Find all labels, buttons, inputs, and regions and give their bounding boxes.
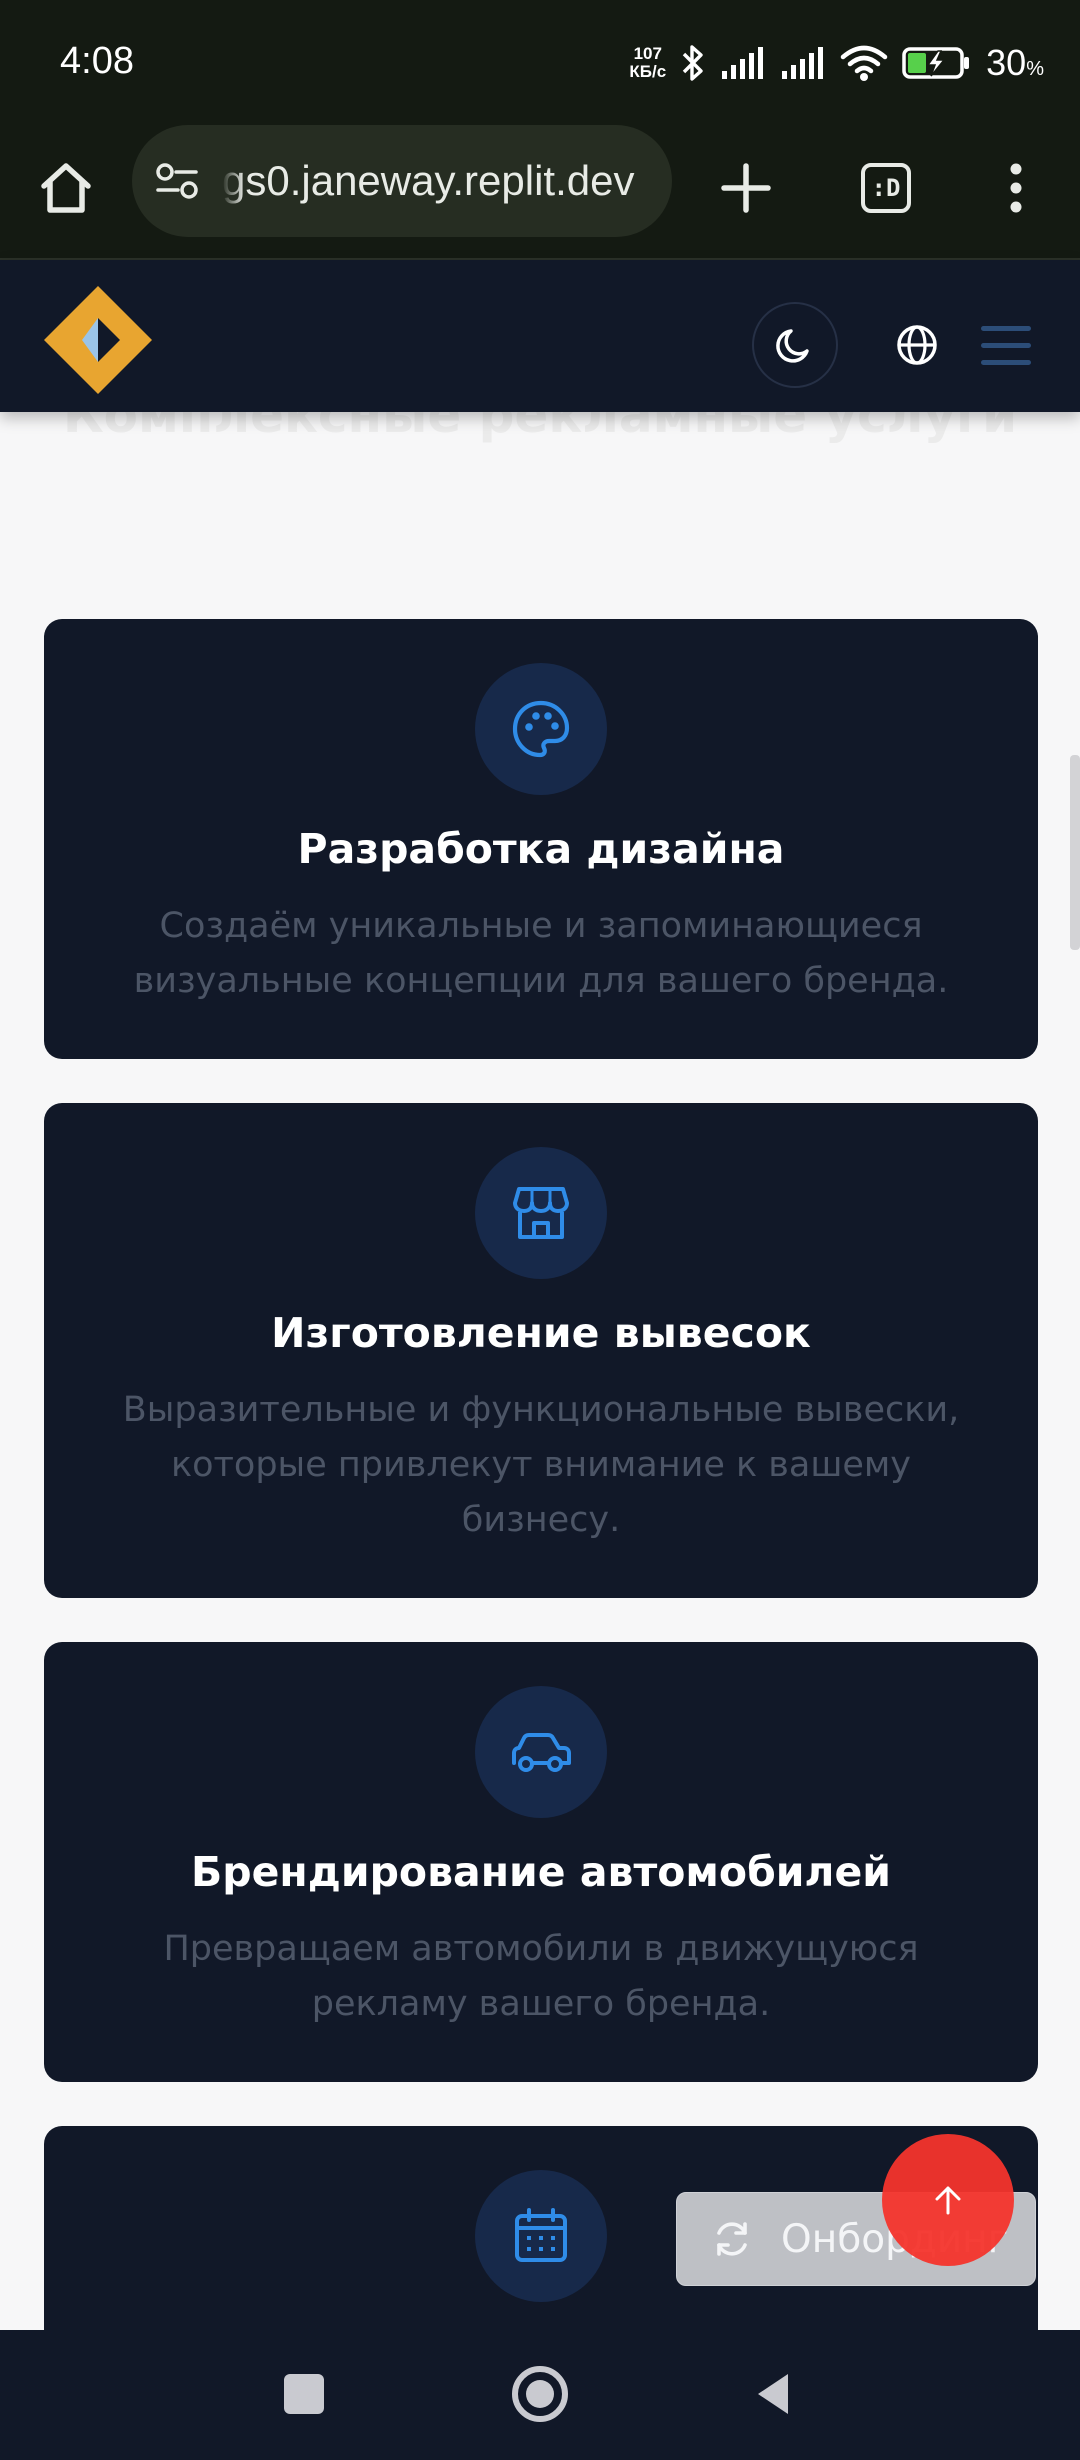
site-settings-button[interactable]	[132, 125, 222, 237]
service-title: Изготовление вывесок	[271, 1309, 811, 1357]
plus-icon	[721, 163, 771, 213]
status-icons: 107 КБ/с 30%	[629, 38, 1044, 88]
more-vertical-icon	[1010, 163, 1022, 213]
system-home-button[interactable]	[512, 2366, 568, 2422]
calendar-icon	[515, 2208, 567, 2262]
service-icon-circle	[475, 1147, 607, 1279]
net-speed-value: 107	[633, 44, 662, 63]
status-bar: 4:08 107 КБ/с 30%	[0, 0, 1080, 120]
address-bar[interactable]: gs0.janeway.replit.dev	[132, 125, 672, 237]
screen: 4:08 107 КБ/с 30% gs0.janeway.replit.dev…	[0, 0, 1080, 2460]
browser-menu-button[interactable]	[996, 152, 1036, 224]
service-card-signs[interactable]: Изготовление вывесок Выразительные и фун…	[44, 1103, 1038, 1598]
theme-toggle-button[interactable]	[752, 302, 838, 388]
home-dot-icon	[526, 2380, 554, 2408]
service-title: Разработка дизайна	[297, 825, 785, 873]
signal-icon	[782, 47, 824, 79]
car-icon	[512, 1733, 571, 1772]
battery-percent: 30%	[986, 42, 1044, 84]
service-title: Брендирование автомобилей	[191, 1848, 891, 1896]
refresh-icon	[717, 2222, 747, 2256]
battery-percent-sign: %	[1026, 58, 1044, 80]
menu-icon-line	[981, 359, 1031, 365]
menu-icon-line	[981, 342, 1031, 348]
service-icon-circle	[475, 2170, 607, 2302]
browser-toolbar: gs0.janeway.replit.dev :D	[0, 120, 1080, 260]
status-time: 4:08	[60, 40, 134, 82]
service-card-design[interactable]: Разработка дизайна Создаём уникальные и …	[44, 619, 1038, 1059]
net-speed: 107 КБ/с	[629, 45, 666, 81]
globe-icon	[897, 325, 937, 365]
service-description: Превращаем автомобили в движущуюся рекла…	[163, 1929, 919, 2024]
scroll-to-top-button[interactable]	[882, 2134, 1014, 2266]
language-button[interactable]	[874, 302, 960, 388]
tabs-button[interactable]: :D	[850, 152, 922, 224]
store-icon	[513, 1187, 569, 1239]
site-settings-icon	[156, 163, 198, 199]
url-text: gs0.janeway.replit.dev	[222, 157, 635, 204]
moon-icon	[776, 329, 809, 363]
site-logo[interactable]	[42, 284, 154, 396]
service-icon-circle	[475, 1686, 607, 1818]
service-description: Выразительные и функциональные вывески, …	[122, 1390, 960, 1540]
wifi-icon	[840, 45, 888, 81]
battery-charging-icon	[902, 47, 970, 79]
home-button[interactable]	[32, 154, 100, 222]
menu-button[interactable]	[972, 302, 1040, 388]
menu-icon	[981, 325, 1031, 331]
net-speed-unit: КБ/с	[629, 62, 667, 81]
tabs-icon: :D	[861, 163, 911, 213]
service-description: Создаём уникальные и запоминающиеся визу…	[133, 906, 949, 1001]
service-icon-circle	[475, 663, 607, 795]
home-icon	[41, 163, 91, 213]
page-scrollbar[interactable]	[1070, 755, 1080, 950]
logo-icon	[44, 286, 152, 394]
back-button[interactable]	[752, 2370, 792, 2418]
recents-button[interactable]	[284, 2374, 324, 2414]
signal-icon	[722, 47, 764, 79]
battery-percent-value: 30	[986, 42, 1027, 83]
bluetooth-icon	[682, 45, 703, 81]
palette-icon	[512, 700, 570, 758]
service-card-vehicle-branding[interactable]: Брендирование автомобилей Превращаем авт…	[44, 1642, 1038, 2082]
site-header	[0, 260, 1080, 412]
arrow-up-icon	[935, 2186, 961, 2215]
new-tab-button[interactable]	[710, 152, 782, 224]
system-nav-bar	[0, 2330, 1080, 2460]
